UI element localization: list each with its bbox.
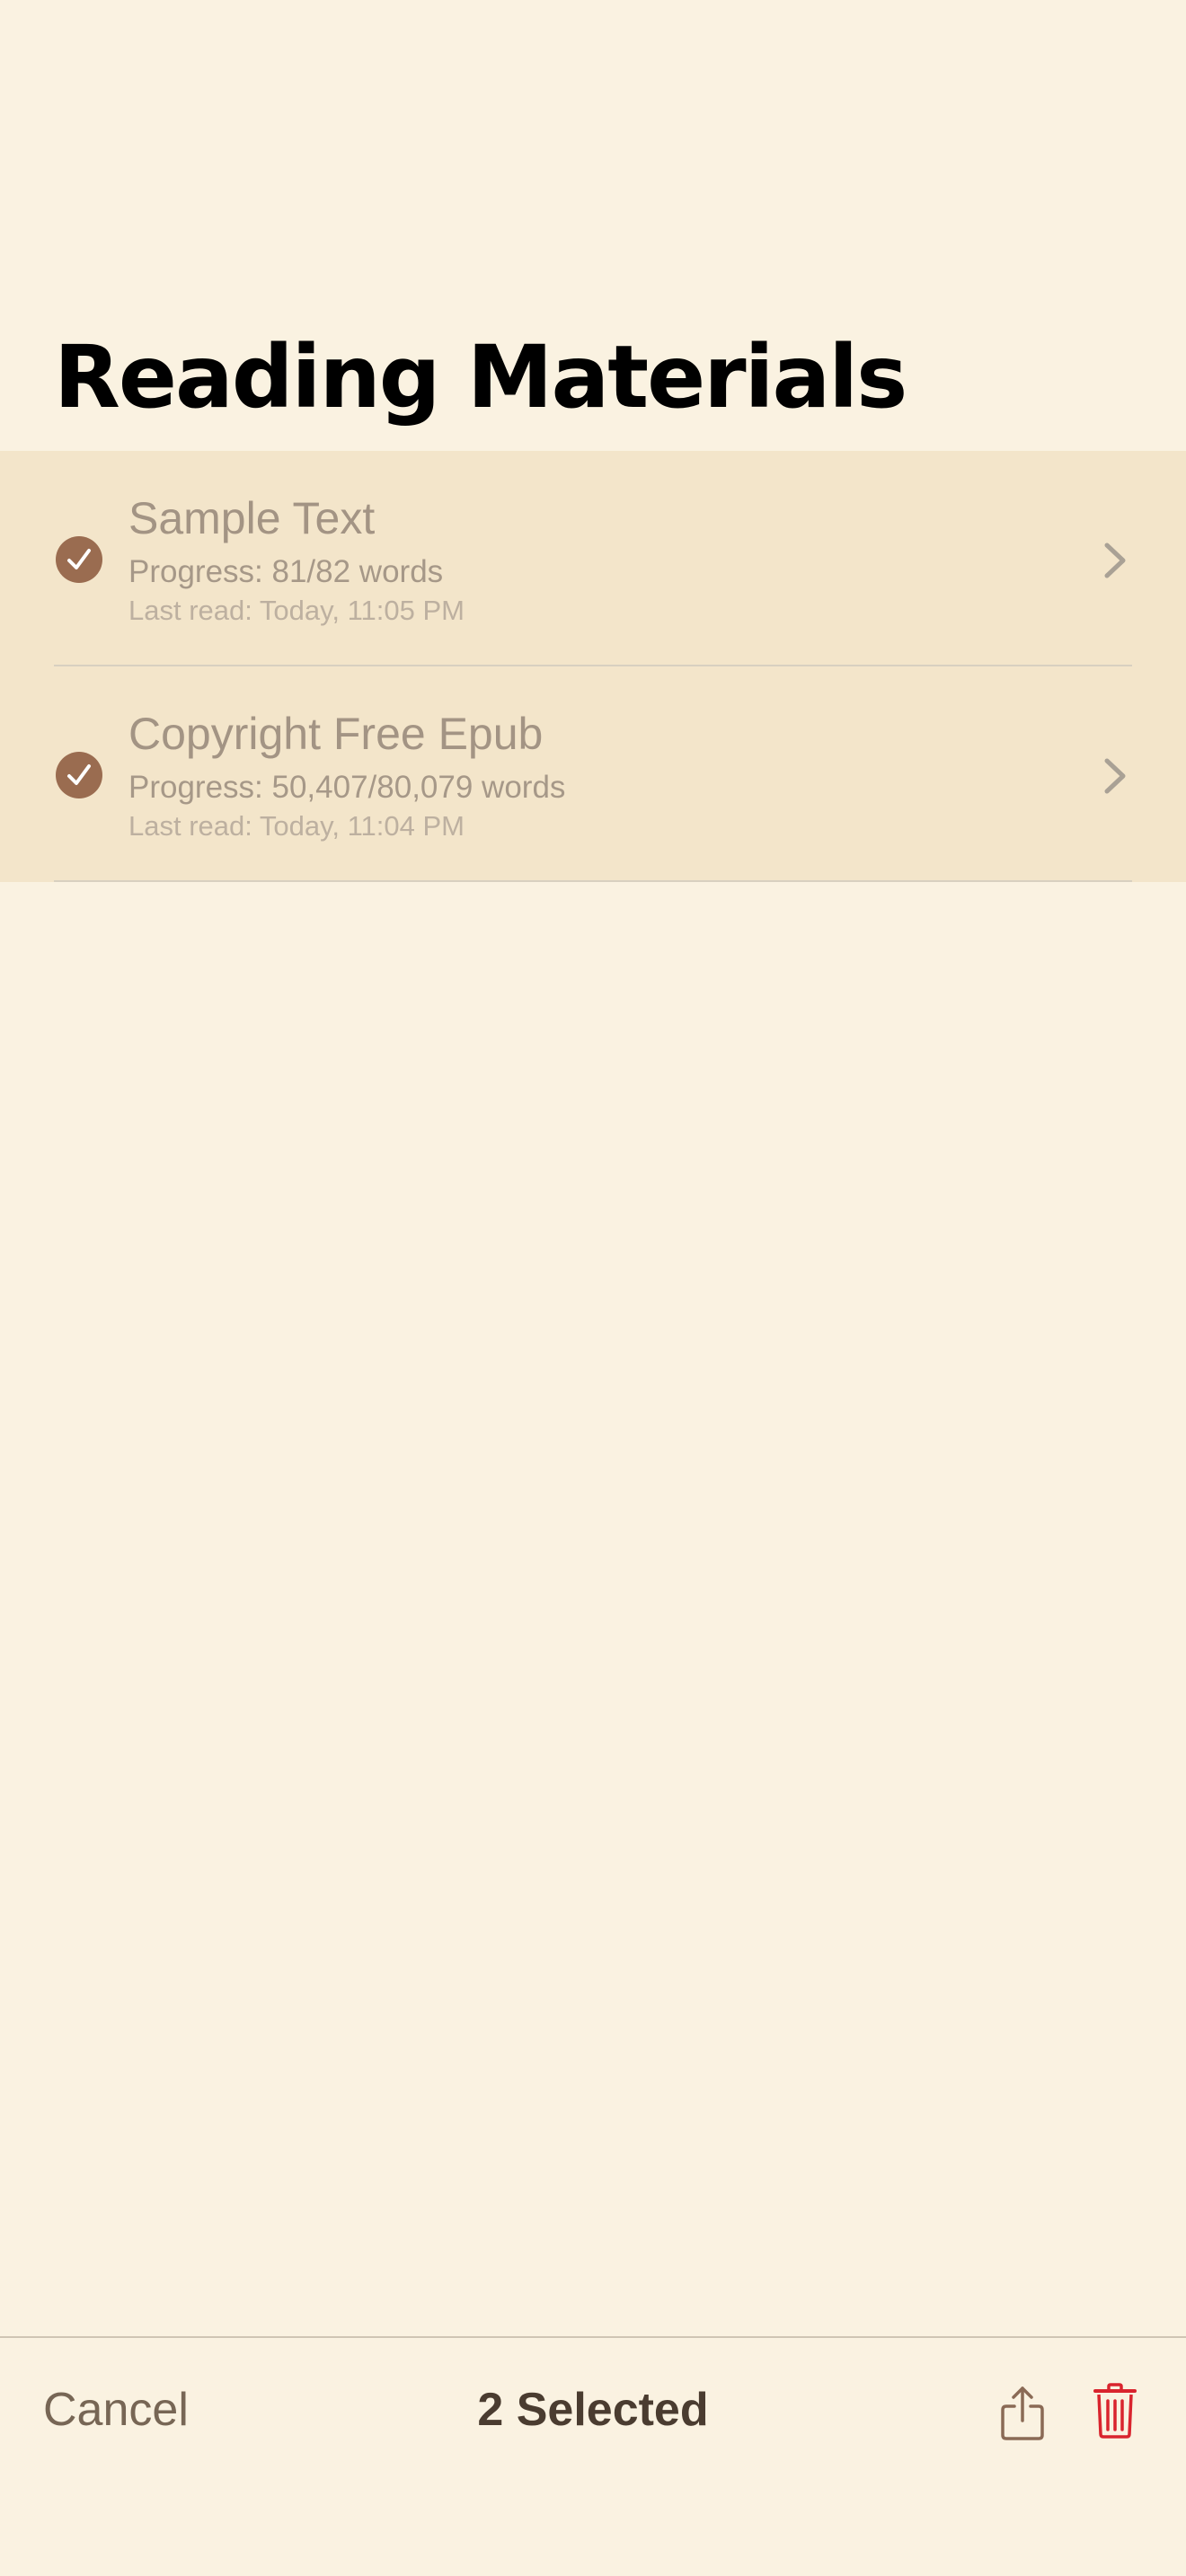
page-title: Reading Materials	[54, 327, 907, 428]
cancel-button[interactable]: Cancel	[43, 2383, 189, 2437]
share-icon[interactable]	[997, 2385, 1048, 2442]
checkmark-circle-icon[interactable]	[56, 536, 102, 583]
chevron-right-icon	[1104, 543, 1126, 578]
item-title: Sample Text	[128, 493, 376, 543]
item-progress: Progress: 50,407/80,079 words	[128, 770, 566, 805]
item-title: Copyright Free Epub	[128, 709, 544, 759]
item-last-read: Last read: Today, 11:04 PM	[128, 810, 465, 842]
chevron-right-icon	[1104, 758, 1126, 794]
trash-icon[interactable]	[1093, 2383, 1137, 2439]
list-item[interactable]: Sample Text Progress: 81/82 words Last r…	[0, 451, 1186, 666]
bottom-toolbar: Cancel 2 Selected	[0, 2336, 1186, 2576]
checkmark-circle-icon[interactable]	[56, 752, 102, 798]
list-divider	[54, 880, 1132, 882]
item-last-read: Last read: Today, 11:05 PM	[128, 595, 465, 626]
list-item[interactable]: Copyright Free Epub Progress: 50,407/80,…	[0, 666, 1186, 882]
selected-count-label: 2 Selected	[477, 2384, 709, 2436]
materials-list: Sample Text Progress: 81/82 words Last r…	[0, 451, 1186, 882]
toolbar-divider	[0, 2336, 1186, 2338]
item-progress: Progress: 81/82 words	[128, 554, 444, 589]
